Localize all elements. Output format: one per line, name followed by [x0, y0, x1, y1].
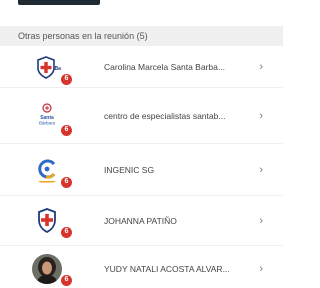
svg-text:Ba: Ba — [55, 66, 62, 72]
participant-row[interactable]: 6 YUDY NATALI ACOSTA ALVAR... › — [0, 246, 283, 288]
person-photo-icon — [32, 254, 62, 284]
chevron-right-icon: › — [259, 61, 263, 73]
shield-cross-logo-icon: Ba — [32, 53, 62, 83]
participant-name: INGENIC SG — [104, 165, 155, 175]
top-bar — [0, 0, 283, 22]
participant-row[interactable]: Santa Bárbara 6 centro de especialistas … — [0, 88, 283, 144]
meeting-controls-strip — [18, 0, 100, 5]
participant-list: Ba 6 Carolina Marcela Santa Barba... › S… — [0, 46, 283, 288]
notification-badge: 6 — [60, 176, 73, 189]
notification-badge: 6 — [60, 124, 73, 137]
chevron-right-icon: › — [259, 164, 263, 176]
participant-name: Carolina Marcela Santa Barba... — [104, 62, 225, 72]
chevron-right-icon: › — [259, 110, 263, 122]
participant-name: centro de especialistas santab... — [104, 111, 226, 121]
chevron-right-icon: › — [259, 215, 263, 227]
notification-badge: 6 — [60, 73, 73, 86]
shield-cross-logo-icon — [32, 206, 62, 236]
section-header: Otras personas en la reunión (5) — [0, 26, 283, 46]
participant-row[interactable]: 6 JOHANNA PATIÑO › — [0, 196, 283, 246]
ingenic-logo-icon — [32, 154, 62, 184]
notification-badge: 6 — [60, 274, 73, 287]
santa-barbara-logo-icon: Santa Bárbara — [32, 100, 62, 130]
notification-badge: 6 — [60, 226, 73, 239]
svg-text:Bárbara: Bárbara — [39, 121, 56, 126]
participant-name: JOHANNA PATIÑO — [104, 216, 177, 226]
participant-row[interactable]: Ba 6 Carolina Marcela Santa Barba... › — [0, 46, 283, 88]
participant-name: YUDY NATALI ACOSTA ALVAR... — [104, 264, 230, 274]
chevron-right-icon: › — [259, 263, 263, 275]
participant-row[interactable]: 6 INGENIC SG › — [0, 144, 283, 196]
section-title: Otras personas en la reunión (5) — [18, 31, 148, 41]
